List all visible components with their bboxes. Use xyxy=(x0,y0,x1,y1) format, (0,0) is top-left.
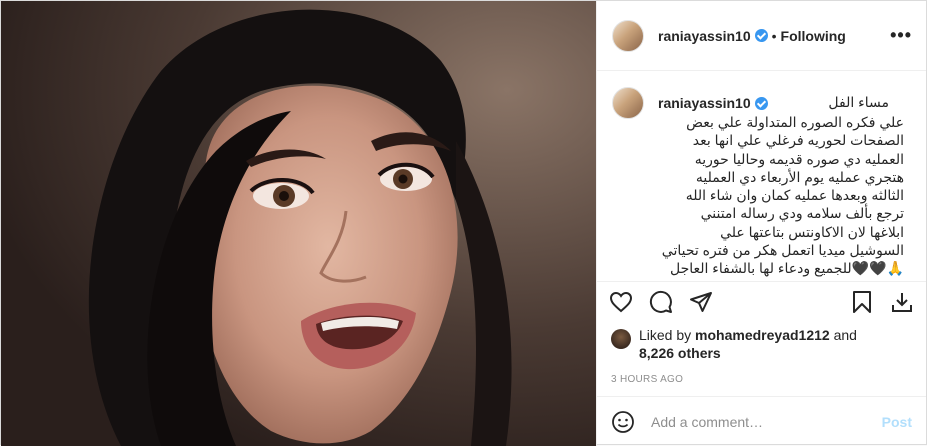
caption-username[interactable]: raniayassin10 xyxy=(658,95,751,111)
save-button[interactable] xyxy=(850,290,874,314)
add-comment-bar: Post xyxy=(597,396,926,446)
comment-icon xyxy=(649,290,672,313)
follow-separator: • xyxy=(771,27,777,44)
like-button[interactable] xyxy=(609,290,633,314)
liker-username[interactable]: mohamedreyad1212 xyxy=(695,327,830,343)
likes-and: and xyxy=(829,327,857,343)
likes-summary: Liked by mohamedreyad1212 and 8,226 othe… xyxy=(597,322,926,374)
caption-author-avatar[interactable] xyxy=(612,87,644,119)
post-timestamp[interactable]: 3 HOURS AGO xyxy=(597,374,926,396)
caption-text: علي فكره الصوره المتداولة علي بعض الصفحا… xyxy=(661,114,904,277)
share-icon xyxy=(690,292,712,312)
following-button[interactable]: Following xyxy=(781,28,846,44)
heart-icon xyxy=(609,291,633,313)
more-options-icon[interactable]: ••• xyxy=(890,25,912,46)
post-side-panel: raniayassin10 • Following ••• raniayassi… xyxy=(596,1,926,446)
post-container: raniayassin10 • Following ••• raniayassi… xyxy=(0,0,927,446)
emoji-button[interactable] xyxy=(611,410,635,434)
author-username[interactable]: raniayassin10 xyxy=(658,28,751,44)
likes-prefix: Liked by xyxy=(639,327,696,343)
download-icon xyxy=(892,293,912,312)
bookmark-icon xyxy=(853,291,871,313)
liker-avatar[interactable] xyxy=(611,329,631,349)
portrait-image xyxy=(1,1,596,446)
action-bar xyxy=(597,281,926,322)
author-avatar[interactable] xyxy=(612,19,644,52)
likes-text: Liked by mohamedreyad1212 and 8,226 othe… xyxy=(639,326,857,362)
post-header: raniayassin10 • Following ••• xyxy=(597,1,926,71)
comment-button[interactable] xyxy=(649,290,673,314)
download-button[interactable] xyxy=(890,290,914,314)
comment-input[interactable] xyxy=(649,412,882,431)
post-comment-button[interactable]: Post xyxy=(882,414,912,430)
share-button[interactable] xyxy=(689,290,713,314)
verified-badge-icon xyxy=(754,29,768,42)
caption-area: raniayassin10 مساء الفل علي فكره الصوره … xyxy=(597,71,926,281)
emoji-icon xyxy=(612,410,634,433)
post-photo[interactable] xyxy=(1,1,596,446)
likes-others-count[interactable]: 8,226 others xyxy=(639,345,721,361)
caption-first-line: مساء الفل xyxy=(828,94,889,110)
verified-badge-icon xyxy=(754,97,768,110)
